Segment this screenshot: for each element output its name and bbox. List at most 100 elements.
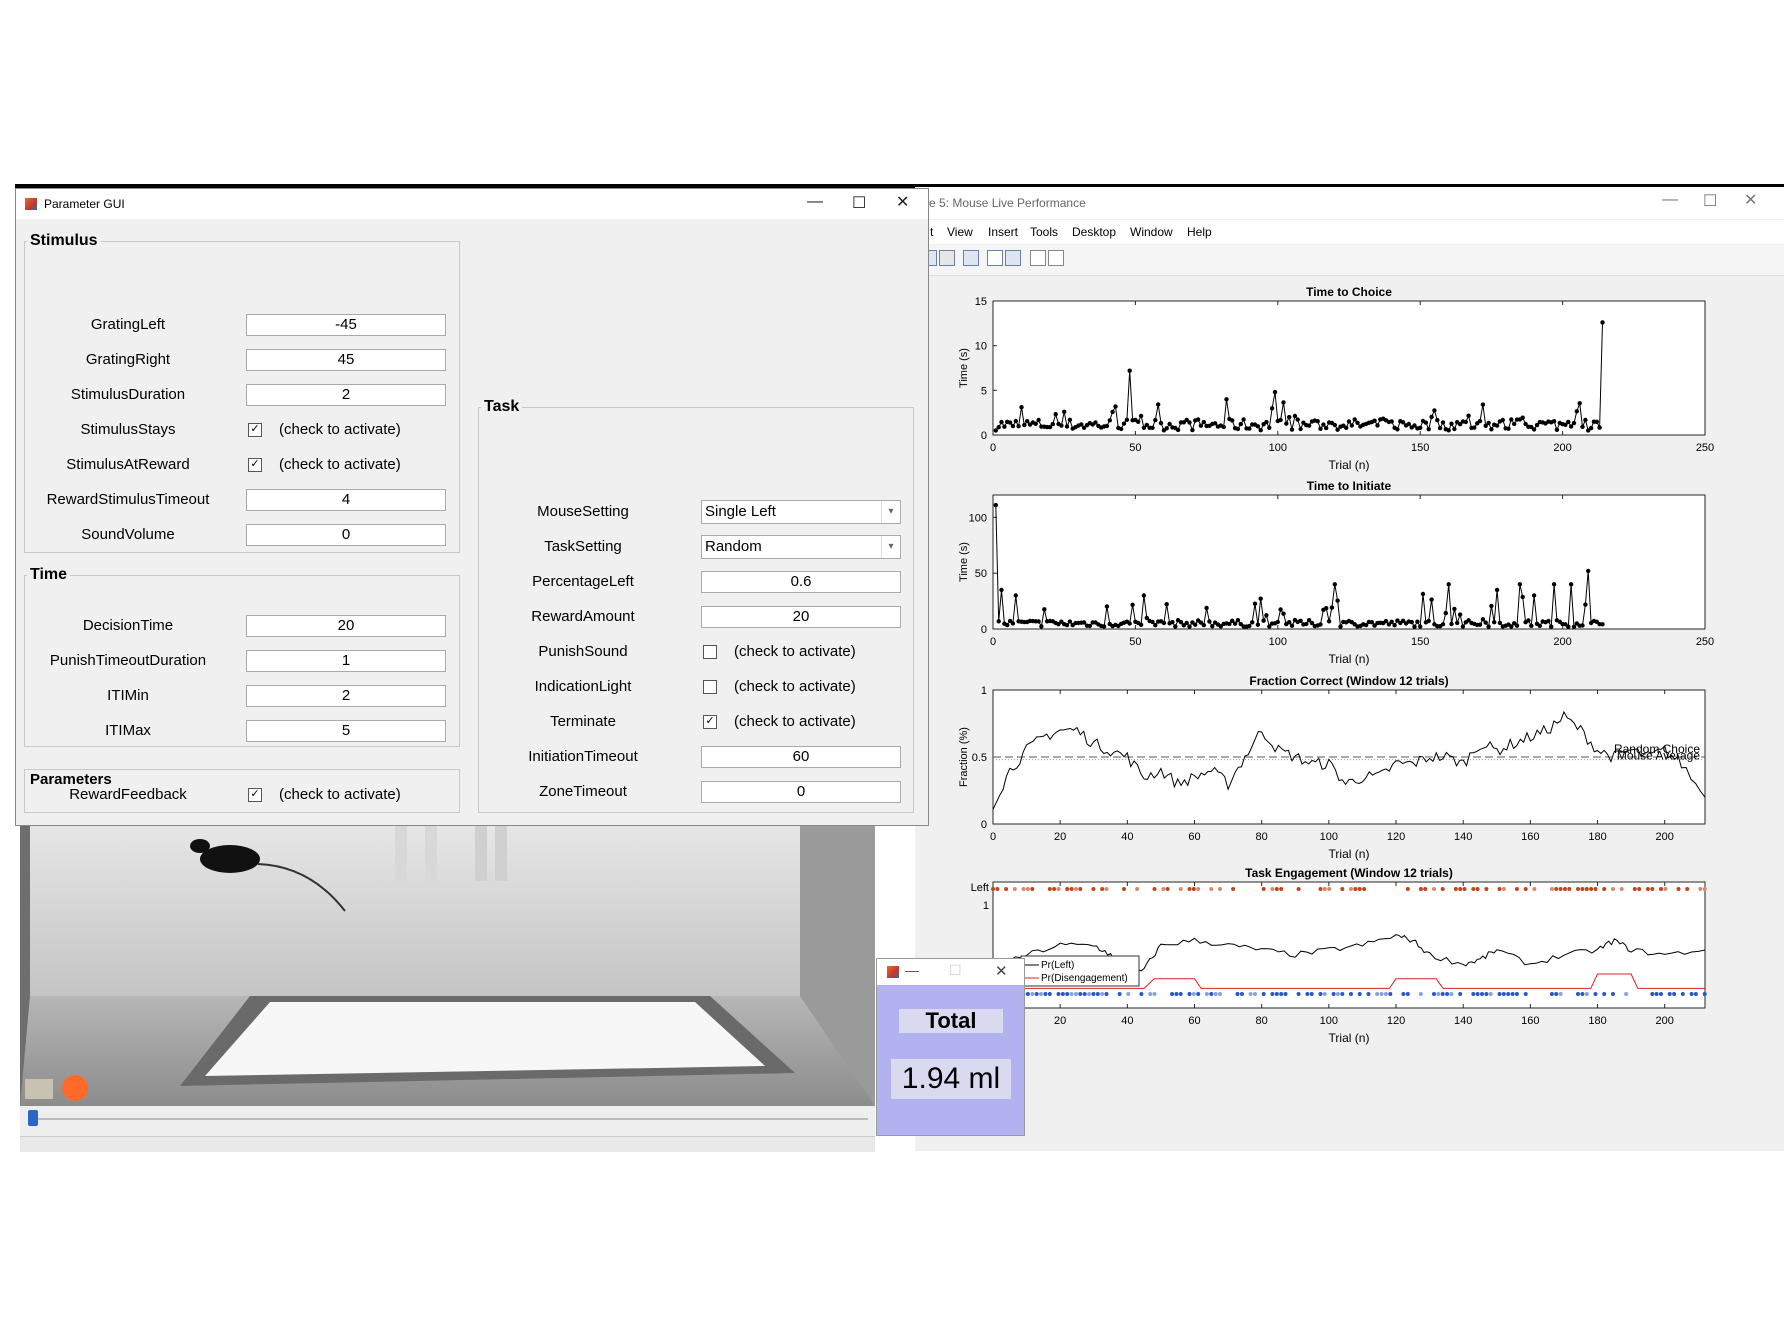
maximize-icon[interactable]: ☐: [1703, 191, 1717, 211]
trial-point: [1483, 620, 1488, 625]
right-choice-dot: [1693, 992, 1698, 996]
left-choice-dot: [1056, 887, 1061, 891]
reward-amount-field[interactable]: 20: [701, 606, 901, 628]
minimize-icon[interactable]: —: [807, 193, 823, 211]
right-choice-dot: [1549, 992, 1554, 996]
camera-status-bar: [20, 1136, 875, 1152]
minimize-icon[interactable]: —: [905, 962, 919, 978]
print-icon[interactable]: [939, 250, 955, 266]
trial-point: [1446, 428, 1451, 433]
sound-volume-field[interactable]: 0: [246, 524, 446, 546]
y-tick-label: 0: [981, 624, 987, 636]
iti-max-field[interactable]: 5: [246, 720, 446, 742]
x-tick-label: 40: [1121, 831, 1133, 843]
trial-point: [1212, 421, 1218, 426]
grating-right-field[interactable]: 45: [246, 349, 446, 371]
trial-point: [1101, 624, 1107, 629]
menu-tools[interactable]: Tools: [1030, 225, 1058, 239]
initiation-timeout-field[interactable]: 60: [701, 746, 901, 768]
frame-slider[interactable]: [20, 1106, 875, 1136]
trial-point: [1546, 618, 1551, 624]
grating-left-field[interactable]: -45: [246, 314, 446, 336]
menu-file-partial[interactable]: t: [930, 225, 933, 239]
trial-point: [1551, 582, 1557, 587]
iti-min-field[interactable]: 2: [246, 685, 446, 707]
right-choice-dot: [1318, 992, 1323, 996]
x-tick-label: 100: [1269, 636, 1287, 648]
left-choice-dot: [1685, 887, 1690, 891]
trial-point: [1127, 621, 1132, 626]
trial-point: [1267, 425, 1272, 430]
close-icon[interactable]: ✕: [1744, 190, 1757, 210]
x-tick-label: 250: [1696, 636, 1714, 648]
property-inspector-icon[interactable]: [1048, 250, 1064, 266]
pointer-icon[interactable]: [1030, 250, 1046, 266]
punish-sound-hint: (check to activate): [734, 643, 856, 660]
reward-feedback-checkbox[interactable]: ✓: [248, 788, 262, 802]
trial-point: [1207, 619, 1212, 624]
percentage-left-field[interactable]: 0.6: [701, 571, 901, 593]
indication-light-label: IndicationLight: [534, 678, 632, 695]
close-icon[interactable]: ✕: [995, 962, 1008, 980]
arena-image: [20, 826, 875, 1106]
total-label: Total: [899, 1009, 1003, 1033]
total-reward-window: — ☐ ✕ Total 1.94 ml: [876, 958, 1025, 1136]
y-tick-label: 15: [975, 296, 987, 308]
minimize-icon[interactable]: —: [1662, 191, 1678, 209]
right-choice-dot: [1523, 992, 1528, 996]
left-choice-dot: [1161, 887, 1166, 891]
left-choice-dot: [1322, 887, 1327, 891]
menu-view[interactable]: View: [947, 225, 973, 239]
trial-point: [1580, 623, 1585, 628]
slider-thumb[interactable]: [28, 1110, 38, 1126]
maximize-icon[interactable]: ☐: [852, 193, 866, 213]
decision-time-field[interactable]: 20: [246, 615, 446, 637]
stimulus-duration-field[interactable]: 2: [246, 384, 446, 406]
left-choice-dot: [1052, 887, 1057, 891]
left-choice-dot: [1327, 887, 1332, 891]
parameter-gui-titlebar: [16, 189, 928, 219]
trial-point: [1452, 606, 1457, 612]
zone-timeout-label: ZoneTimeout: [539, 783, 627, 800]
x-tick-label: 40: [1121, 1015, 1133, 1027]
indication-light-checkbox[interactable]: [703, 680, 717, 694]
menu-window[interactable]: Window: [1130, 225, 1173, 239]
print-preview-icon[interactable]: [963, 250, 979, 266]
stimulus-stays-checkbox[interactable]: ✓: [248, 423, 262, 437]
zone-timeout-field[interactable]: 0: [701, 781, 901, 803]
punish-sound-checkbox[interactable]: [703, 645, 717, 659]
trial-point: [1258, 428, 1263, 433]
menu-insert[interactable]: Insert: [988, 225, 1018, 239]
x-axis-label: Trial (n): [1329, 652, 1370, 666]
right-choice-dot: [1279, 992, 1284, 996]
mouse-setting-dropdown[interactable]: Single Left ▾: [701, 500, 901, 524]
reward-stimulus-timeout-field[interactable]: 4: [246, 489, 446, 511]
terminate-checkbox[interactable]: ✓: [703, 715, 717, 729]
trial-point: [993, 502, 998, 508]
reward-feedback-hint: (check to activate): [279, 786, 401, 803]
right-choice-dot: [1357, 992, 1362, 996]
menu-desktop[interactable]: Desktop: [1072, 225, 1116, 239]
stimulus-at-reward-checkbox[interactable]: ✓: [248, 458, 262, 472]
right-choice-dot: [1174, 992, 1179, 996]
left-choice-dot: [1602, 887, 1607, 891]
right-choice-dot: [1331, 992, 1336, 996]
left-choice-dot: [1702, 887, 1707, 891]
x-tick-label: 50: [1129, 442, 1141, 454]
right-choice-dot: [1584, 992, 1589, 996]
trial-point: [996, 425, 1001, 430]
colorbar-icon[interactable]: [987, 250, 1003, 266]
legend-icon[interactable]: [1005, 250, 1021, 266]
left-choice-dot: [1659, 887, 1663, 891]
left-choice-dot: [1514, 887, 1519, 891]
punish-timeout-duration-field[interactable]: 1: [246, 650, 446, 672]
menu-help[interactable]: Help: [1187, 225, 1212, 239]
trial-point: [1321, 422, 1326, 427]
close-icon[interactable]: ✕: [896, 192, 909, 212]
trial-point: [1153, 417, 1158, 423]
trial-point: [1352, 417, 1357, 422]
x-tick-label: 120: [1387, 831, 1405, 843]
right-choice-dot: [1082, 992, 1087, 996]
left-choice-dot: [1563, 887, 1567, 891]
task-setting-dropdown[interactable]: Random ▾: [701, 535, 901, 559]
